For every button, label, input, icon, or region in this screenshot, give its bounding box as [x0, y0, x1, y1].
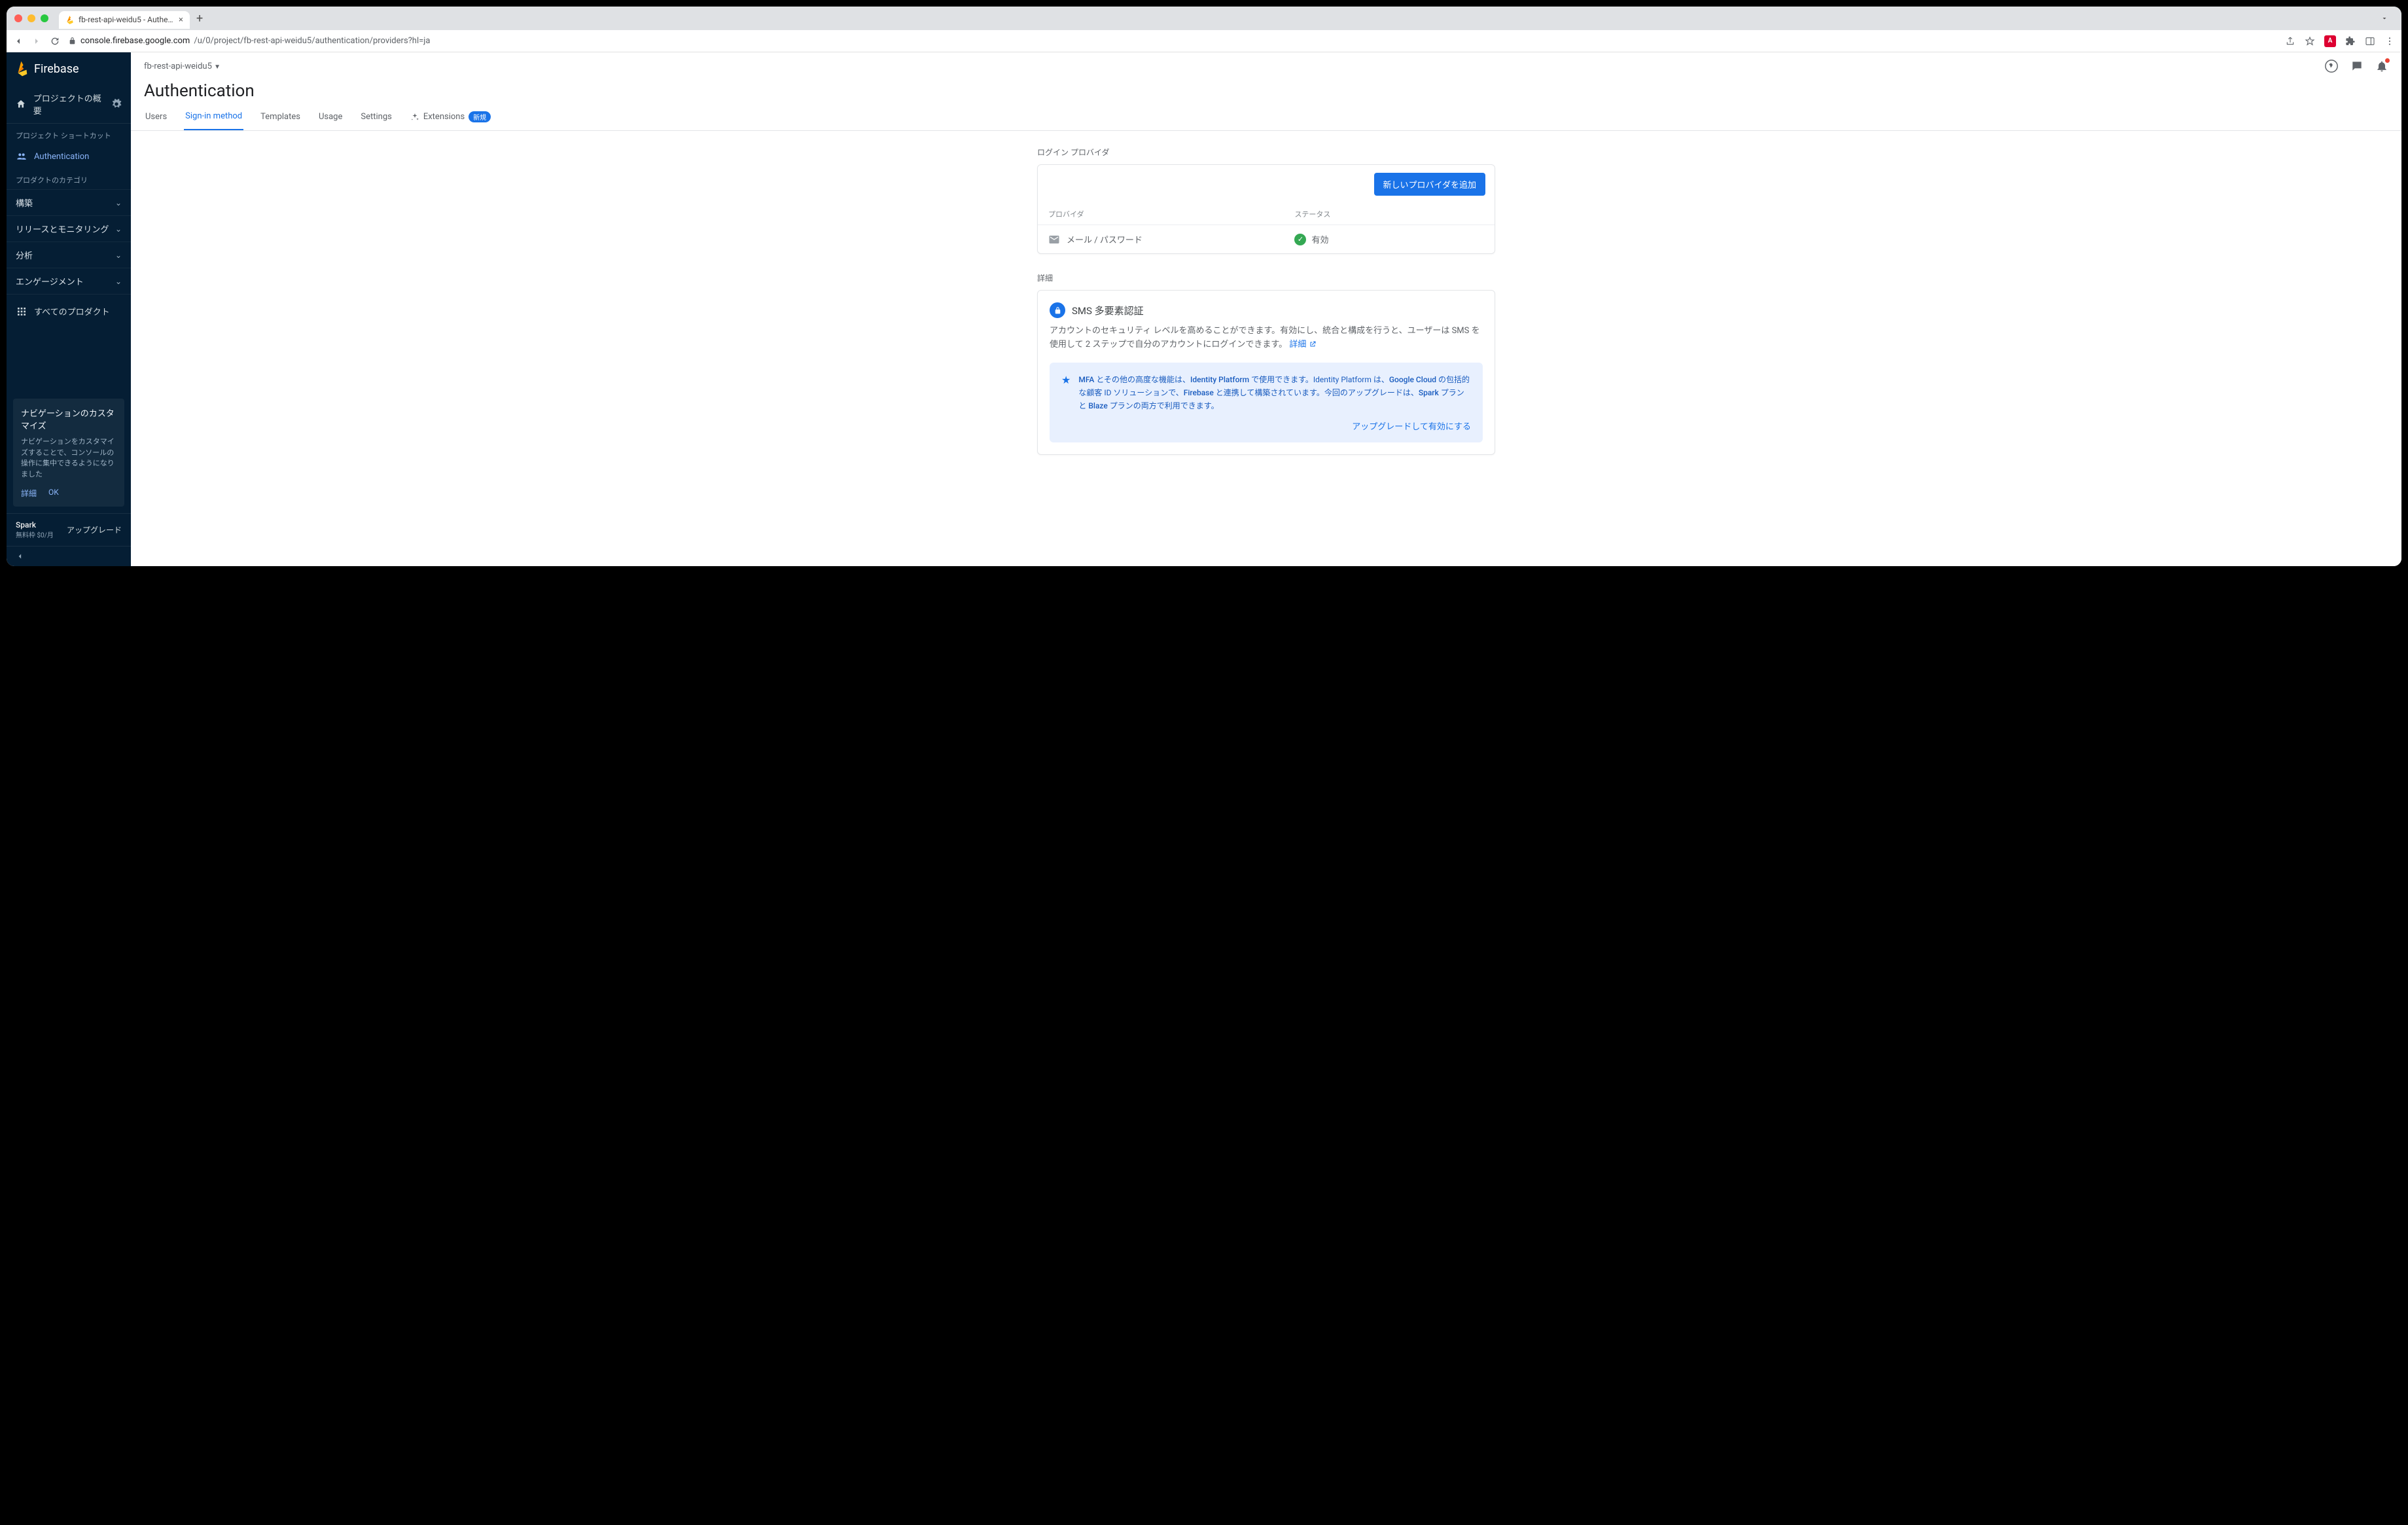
window-titlebar: fb-rest-api-weidu5 - Authentic × + — [7, 7, 2401, 30]
sidebar-category-release[interactable]: リリースとモニタリング⌄ — [7, 215, 131, 242]
customize-text: ナビゲーションをカスタマイズすることで、コンソールの操作に集中できるようになりま… — [21, 437, 116, 480]
panel-icon[interactable] — [2365, 36, 2375, 46]
customize-ok-button[interactable]: OK — [48, 488, 59, 499]
detail-section-label: 詳細 — [1037, 272, 1495, 283]
sparkle-icon — [410, 113, 419, 122]
chevron-down-icon: ⌄ — [115, 277, 122, 286]
grid-icon — [16, 306, 27, 317]
sidebar-item-authentication[interactable]: Authentication — [7, 145, 131, 168]
firebase-logo[interactable]: Firebase — [7, 52, 131, 85]
gear-icon[interactable] — [111, 99, 122, 109]
auth-label: Authentication — [34, 152, 89, 162]
star-icon: ★ — [1061, 374, 1071, 432]
upgrade-info-text: MFA とその他の高度な機能は、Identity Platform で使用できま… — [1078, 373, 1471, 413]
plan-sub: 無料枠 $0/月 — [16, 529, 54, 539]
brand-name: Firebase — [34, 62, 79, 76]
chevron-down-icon: ⌄ — [115, 198, 122, 207]
col-provider: プロバイダ — [1048, 209, 1294, 219]
notification-dot-icon — [2385, 58, 2390, 63]
url-field[interactable]: console.firebase.google.com/u/0/project/… — [68, 36, 2277, 46]
maximize-window-button[interactable] — [41, 14, 48, 22]
new-badge: 新規 — [469, 111, 491, 122]
sidebar-category-build[interactable]: 構築⌄ — [7, 189, 131, 215]
tab-title: fb-rest-api-weidu5 - Authentic — [79, 15, 175, 24]
help-icon[interactable] — [2324, 59, 2339, 73]
tab-users[interactable]: Users — [144, 103, 168, 130]
status-enabled-icon: ✓ — [1294, 234, 1306, 245]
angular-extension-icon[interactable]: A — [2324, 35, 2336, 47]
back-button[interactable] — [13, 36, 24, 46]
reload-button[interactable] — [50, 36, 60, 46]
browser-tab[interactable]: fb-rest-api-weidu5 - Authentic × — [59, 11, 190, 29]
providers-section-label: ログイン プロバイダ — [1037, 147, 1495, 158]
mfa-title: SMS 多要素認証 — [1072, 304, 1144, 317]
lock-circle-icon — [1050, 302, 1065, 318]
address-bar: console.firebase.google.com/u/0/project/… — [7, 30, 2401, 52]
page-title: Authentication — [131, 73, 2401, 103]
tab-signin-method[interactable]: Sign-in method — [184, 103, 243, 130]
project-selector[interactable]: fb-rest-api-weidu5 ▼ — [144, 62, 221, 71]
dropdown-arrow-icon: ▼ — [214, 63, 221, 71]
tab-settings[interactable]: Settings — [359, 103, 393, 130]
close-window-button[interactable] — [14, 14, 22, 22]
providers-table-header: プロバイダ ステータス — [1038, 204, 1495, 225]
email-icon — [1048, 234, 1060, 245]
upgrade-info-box: ★ MFA とその他の高度な機能は、Identity Platform で使用で… — [1050, 363, 1483, 442]
plan-name: Spark — [16, 520, 54, 529]
url-host: console.firebase.google.com — [80, 36, 190, 46]
lock-icon — [68, 37, 77, 45]
bookmark-star-icon[interactable] — [2305, 36, 2315, 46]
customize-title: ナビゲーションのカスタマイズ — [21, 406, 116, 431]
users-icon — [16, 151, 27, 162]
provider-name: メール / パスワード — [1067, 233, 1142, 245]
sidebar-shortcut-label: プロジェクト ショートカット — [7, 124, 131, 145]
sidebar-category-engagement[interactable]: エンゲージメント⌄ — [7, 268, 131, 295]
auth-tabs: Users Sign-in method Templates Usage Set… — [131, 103, 2401, 131]
customize-details-link[interactable]: 詳細 — [21, 488, 37, 499]
home-icon — [16, 99, 27, 109]
tab-templates[interactable]: Templates — [259, 103, 302, 130]
mfa-description: アカウントのセキュリティ レベルを高めることができます。有効にし、統合と構成を行… — [1050, 325, 1483, 352]
mfa-learn-more-link[interactable]: 詳細 — [1289, 340, 1316, 350]
share-icon[interactable] — [2285, 36, 2295, 46]
notifications-icon[interactable] — [2375, 60, 2388, 73]
new-tab-button[interactable]: + — [196, 12, 203, 26]
kebab-menu-icon[interactable] — [2384, 36, 2395, 46]
feedback-icon[interactable] — [2350, 60, 2364, 73]
provider-row-email[interactable]: メール / パスワード ✓ 有効 — [1038, 225, 1495, 253]
collapse-sidebar-button[interactable] — [7, 546, 131, 566]
add-provider-button[interactable]: 新しいプロバイダを追加 — [1374, 173, 1485, 196]
chevron-down-icon: ⌄ — [115, 224, 122, 234]
tab-extensions[interactable]: Extensions 新規 — [409, 103, 492, 130]
sidebar-project-overview[interactable]: プロジェクトの概要 — [7, 85, 131, 124]
tabs-overflow-icon[interactable] — [2381, 14, 2388, 22]
tab-usage[interactable]: Usage — [317, 103, 344, 130]
customize-nav-card: ナビゲーションのカスタマイズ ナビゲーションをカスタマイズすることで、コンソール… — [13, 399, 124, 507]
forward-button[interactable] — [31, 36, 42, 46]
window-controls — [14, 14, 48, 22]
provider-status: 有効 — [1311, 233, 1328, 245]
extensions-puzzle-icon[interactable] — [2345, 36, 2356, 46]
plan-upgrade-link[interactable]: アップグレード — [67, 524, 122, 535]
firebase-favicon-icon — [65, 15, 75, 24]
close-tab-icon[interactable]: × — [179, 15, 183, 25]
plan-row: Spark 無料枠 $0/月 アップグレード — [7, 513, 131, 546]
chevron-down-icon: ⌄ — [115, 251, 122, 260]
mfa-card: SMS 多要素認証 アカウントのセキュリティ レベルを高めることができます。有効… — [1037, 290, 1495, 455]
sidebar-category-analytics[interactable]: 分析⌄ — [7, 242, 131, 268]
sidebar-category-label: プロダクトのカテゴリ — [7, 168, 131, 189]
minimize-window-button[interactable] — [27, 14, 35, 22]
upgrade-enable-link[interactable]: アップグレードして有効にする — [1352, 422, 1471, 432]
all-products-label: すべてのプロダクト — [34, 305, 110, 317]
main-content: fb-rest-api-weidu5 ▼ Authentication User… — [131, 52, 2401, 566]
col-status: ステータス — [1294, 209, 1484, 219]
providers-card: 新しいプロバイダを追加 プロバイダ ステータス メール / パスワード — [1037, 164, 1495, 254]
sidebar: Firebase プロジェクトの概要 プロジェクト ショートカット Authen… — [7, 52, 131, 566]
overview-label: プロジェクトの概要 — [33, 92, 105, 117]
sidebar-all-products[interactable]: すべてのプロダクト — [7, 298, 131, 324]
url-path: /u/0/project/fb-rest-api-weidu5/authenti… — [194, 36, 430, 46]
